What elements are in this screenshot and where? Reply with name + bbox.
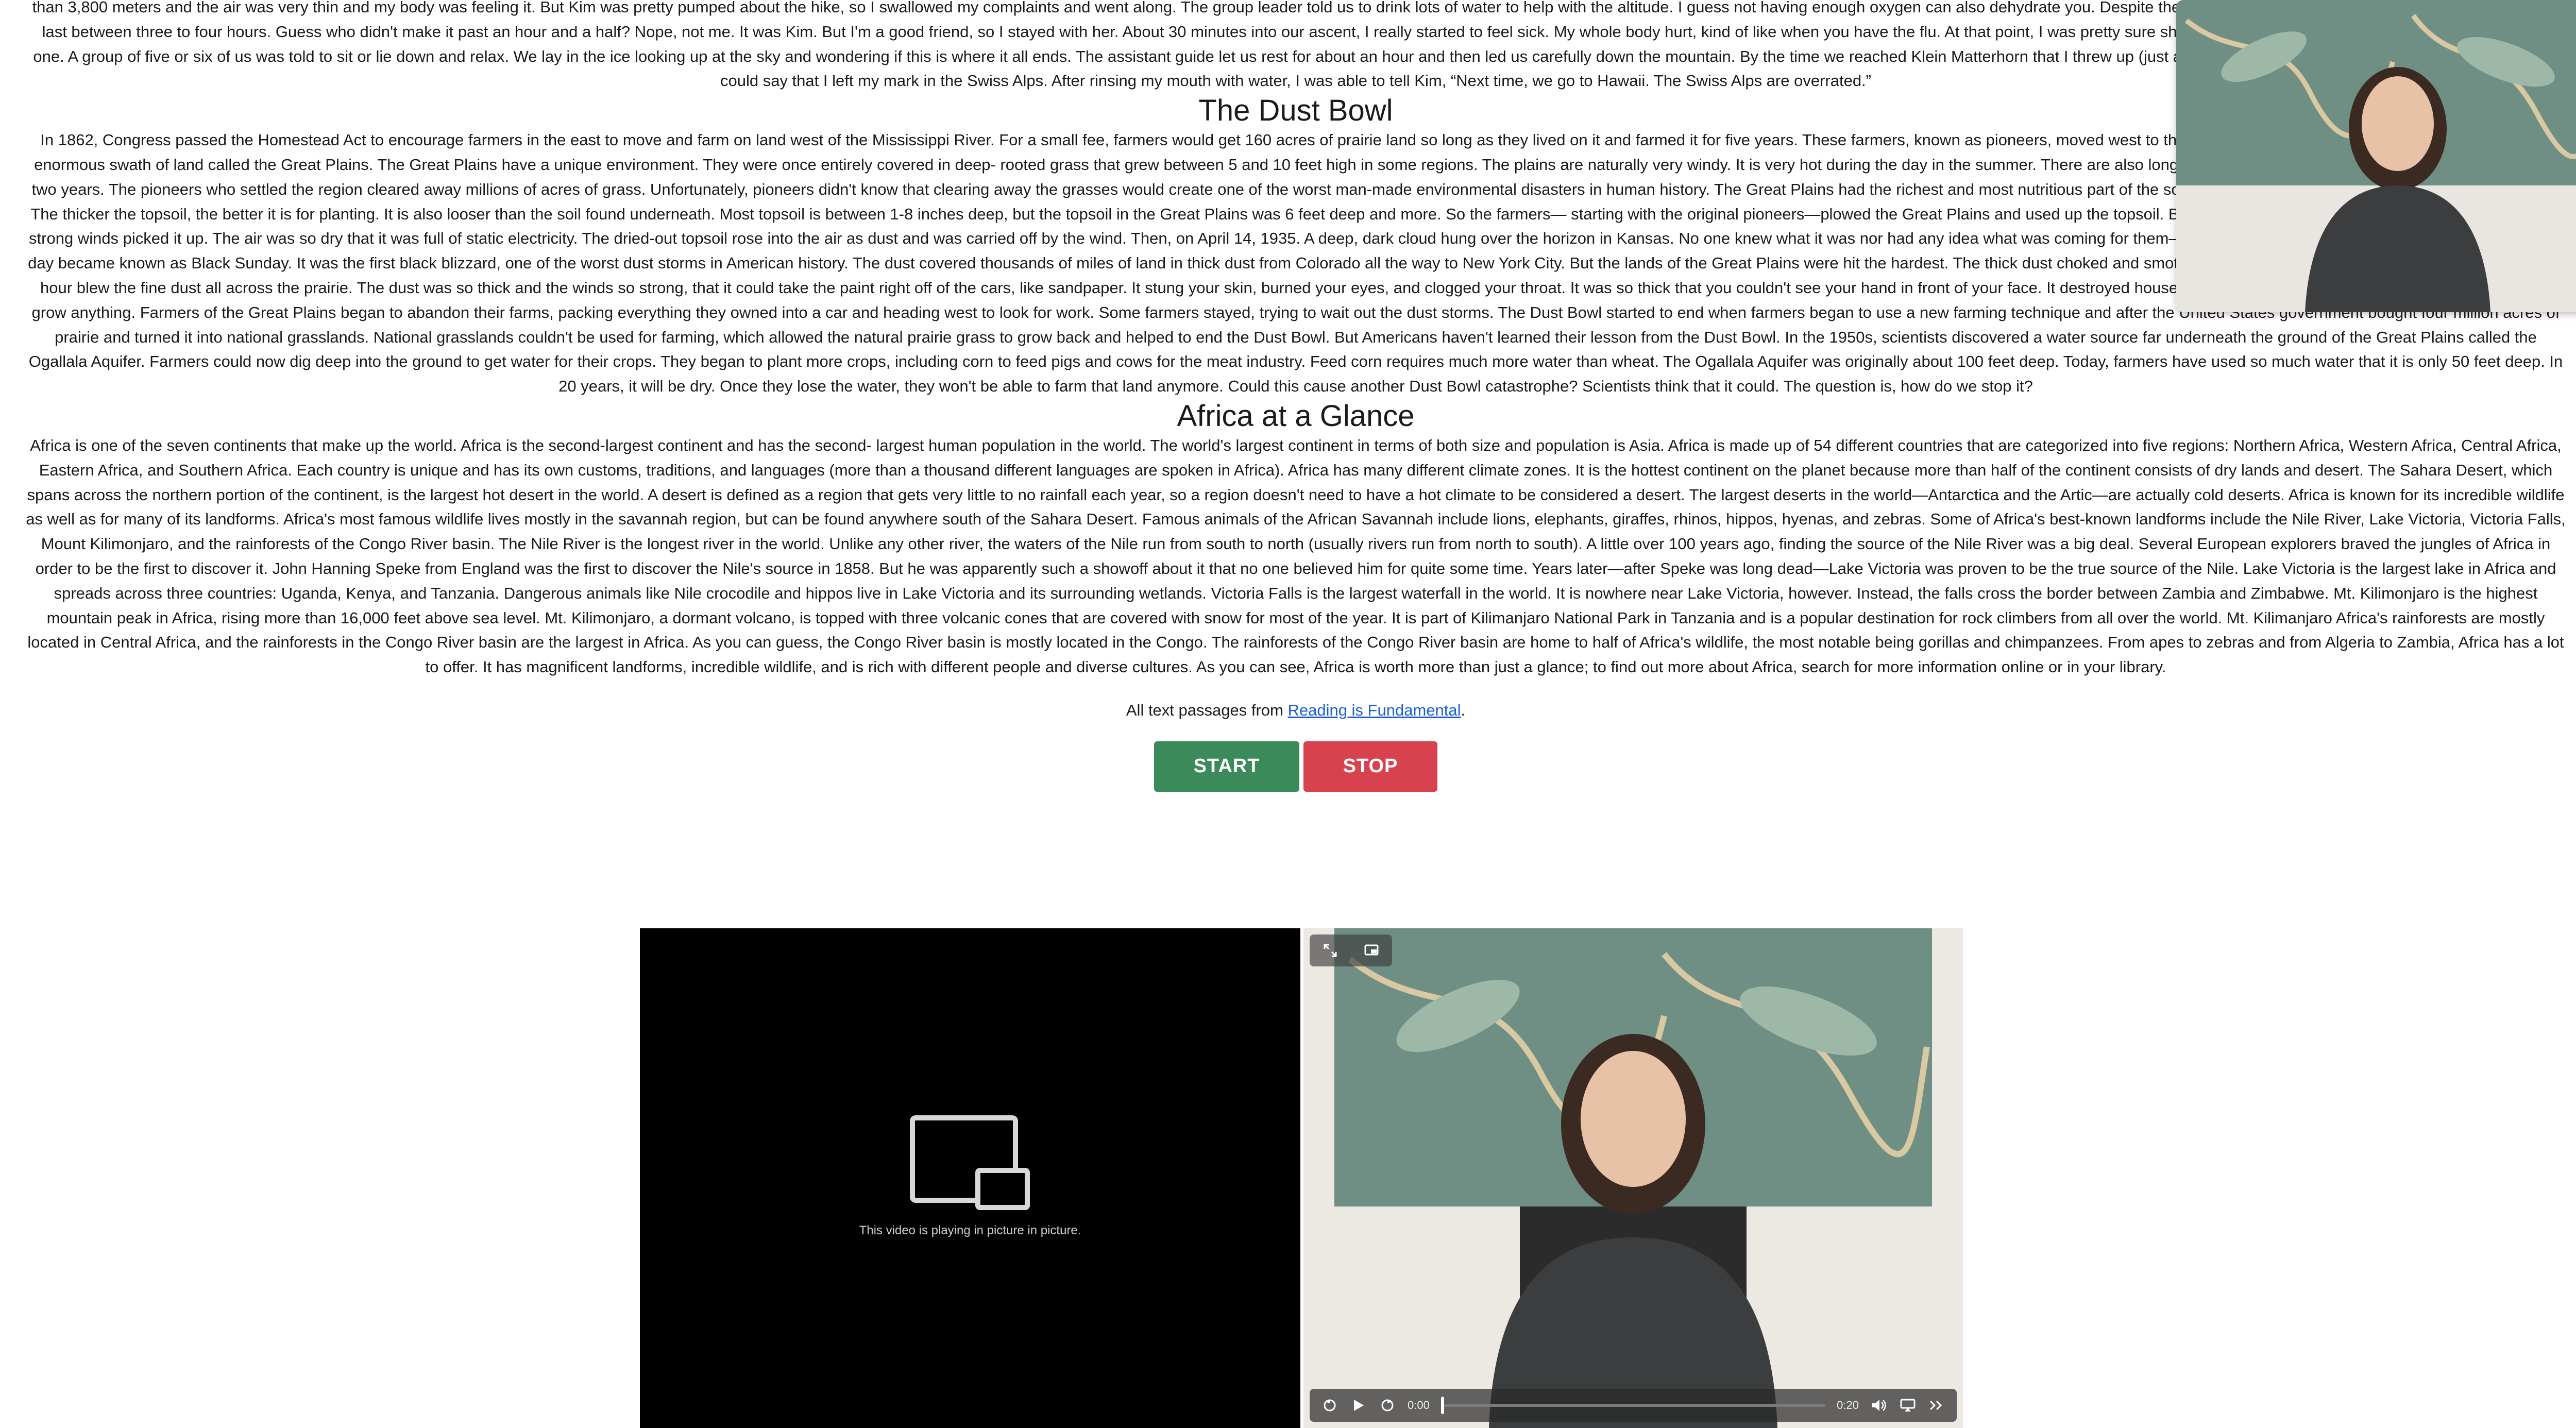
control-buttons: START STOP: [26, 741, 2566, 792]
rewind-icon[interactable]: [1321, 1397, 1338, 1414]
pip-placeholder: This video is playing in picture in pict…: [640, 1114, 1300, 1238]
duration: 0:20: [1837, 1399, 1859, 1412]
stop-button[interactable]: STOP: [1303, 741, 1437, 792]
exit-pip-icon[interactable]: [1363, 942, 1380, 959]
webcam-video-player[interactable]: 0:00 0:20: [1303, 928, 1963, 1428]
webcam-video-frame: [1303, 928, 1963, 1428]
volume-icon[interactable]: [1870, 1397, 1888, 1414]
airplay-icon[interactable]: [1899, 1397, 1917, 1414]
progress-knob[interactable]: [1440, 1397, 1444, 1414]
video-area: This video is playing in picture in pict…: [640, 928, 1963, 1428]
play-icon[interactable]: [1350, 1397, 1367, 1414]
pip-placeholder-text: This video is playing in picture in pict…: [859, 1223, 1081, 1237]
attribution: All text passages from Reading is Fundam…: [26, 701, 2566, 720]
attribution-suffix: .: [1461, 701, 1466, 719]
progress-bar[interactable]: [1440, 1397, 1826, 1414]
attribution-link[interactable]: Reading is Fundamental: [1287, 701, 1461, 719]
more-controls-icon[interactable]: [1928, 1397, 1945, 1414]
video-controls: 0:00 0:20: [1310, 1389, 1957, 1422]
africa-title: Africa at a Glance: [1177, 399, 1415, 433]
africa-passage: Africa is one of the seven continents th…: [26, 436, 2566, 676]
pip-webcam-window[interactable]: [2176, 0, 2576, 312]
picture-in-picture-icon: [910, 1115, 1030, 1210]
start-button[interactable]: START: [1154, 741, 1299, 792]
attribution-prefix: All text passages from: [1126, 701, 1288, 719]
fullscreen-icon[interactable]: [1321, 942, 1339, 959]
current-time: 0:00: [1408, 1399, 1430, 1412]
forward-icon[interactable]: [1379, 1397, 1396, 1414]
video-overlay-tools: [1310, 934, 1392, 966]
pip-source-player[interactable]: This video is playing in picture in pict…: [640, 928, 1300, 1428]
webcam-frame-image: [2176, 0, 2576, 312]
